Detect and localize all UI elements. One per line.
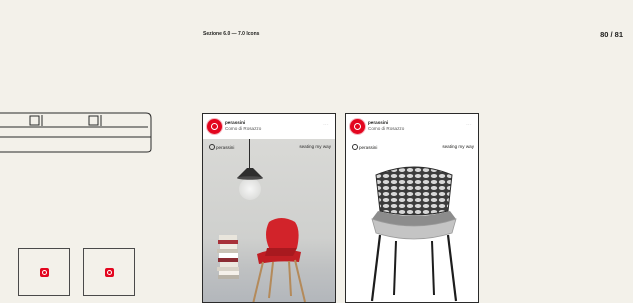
book-stack [217,235,239,279]
lamp-cord [249,139,250,168]
wireframe-sketch [0,112,152,153]
image-brand-bar: perassini seating my way [352,144,474,150]
more-options-icon[interactable]: ··· [323,122,329,128]
brand-name: perassini [359,144,378,150]
red-chair-photo [252,218,306,302]
thumbnail-2[interactable] [83,248,135,296]
post-header: perassini Como di Rosazzo ··· [346,114,478,139]
brand-tagline: seating my way [299,144,331,149]
thumbnail-1[interactable] [18,248,70,296]
lamp-light [239,178,261,200]
perassini-logo-icon [105,268,114,277]
post-image: perassini seating my way [346,139,478,302]
brand-name: perassini [216,144,235,150]
perassini-logo-icon[interactable] [350,119,365,134]
more-options-icon[interactable]: ··· [466,122,472,128]
woven-chair-photo [370,166,458,302]
post-location: Como di Rosazzo [225,126,262,131]
post-header: perassini Como di Rosazzo ··· [203,114,335,139]
section-title: Sezione 6.0 — 7.0 Icons [203,31,260,37]
pendant-lamp [237,168,263,180]
perassini-brand-icon [209,144,215,150]
perassini-logo-icon [40,268,49,277]
social-post-1[interactable]: perassini Como di Rosazzo ··· perassini … [202,113,336,303]
perassini-brand-icon [352,144,358,150]
page-number: 80 / 81 [600,30,623,39]
post-location: Como di Rosazzo [368,126,405,131]
social-post-2[interactable]: perassini Como di Rosazzo ··· perassini … [345,113,479,303]
image-brand-bar: perassini seating my way [209,144,331,150]
post-image: perassini seating my way [203,139,335,302]
perassini-logo-icon[interactable] [207,119,222,134]
brand-tagline: seating my way [442,144,474,149]
